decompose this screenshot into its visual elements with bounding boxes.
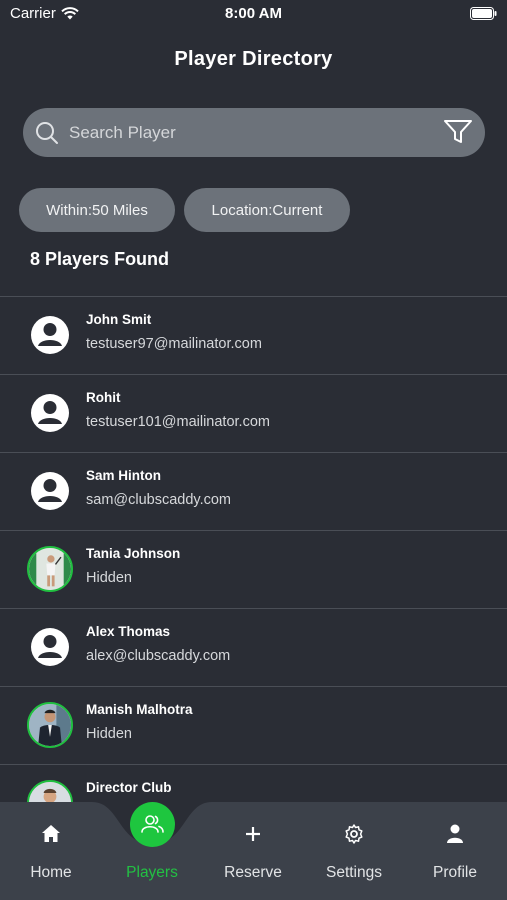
player-name: Tania Johnson — [86, 546, 181, 561]
search-icon — [36, 122, 58, 144]
player-name: John Smit — [86, 312, 152, 327]
page-title: Player Directory — [174, 48, 333, 70]
player-name: Sam Hinton — [86, 468, 162, 483]
plus-icon — [246, 827, 260, 841]
search-bar[interactable] — [23, 108, 485, 157]
filter-chip-location[interactable]: Location:Current — [184, 188, 350, 232]
player-name: Manish Malhotra — [86, 702, 193, 717]
clock: 8:00 AM — [225, 5, 282, 22]
player-email: Hidden — [86, 570, 132, 586]
tab-profile[interactable]: Profile — [405, 802, 505, 900]
tab-label: Players — [126, 864, 178, 881]
tab-label: Settings — [325, 864, 382, 881]
player-row[interactable]: Director Club — [0, 765, 507, 802]
player-email: testuser97@mailinator.com — [86, 336, 262, 352]
player-row[interactable]: Alex Thomas alex@clubscaddy.com — [0, 609, 507, 687]
tab-label: Home — [30, 864, 72, 881]
players-icon — [141, 815, 164, 833]
player-email: sam@clubscaddy.com — [86, 492, 231, 508]
battery-icon — [470, 7, 497, 20]
player-row[interactable]: Tania Johnson Hidden — [0, 531, 507, 609]
status-bar: Carrier 8:00 AM — [0, 0, 507, 28]
tab-label: Reserve — [224, 864, 282, 881]
player-row[interactable]: Rohit testuser101@mailinator.com — [0, 375, 507, 453]
default-avatar-icon — [31, 394, 69, 432]
home-icon — [42, 825, 60, 842]
player-photo-avatar — [27, 546, 73, 592]
filter-chip-distance[interactable]: Within:50 Miles — [19, 188, 175, 232]
tab-label: Profile — [433, 864, 477, 881]
tab-home[interactable]: Home — [1, 802, 101, 900]
player-photo-avatar — [27, 780, 73, 802]
player-row[interactable]: Manish Malhotra Hidden — [0, 687, 507, 765]
player-photo-avatar — [27, 702, 73, 748]
results-count: 8 Players Found — [30, 249, 170, 269]
player-list[interactable]: John Smit testuser97@mailinator.com Rohi… — [0, 296, 507, 802]
gear-icon — [345, 824, 363, 844]
player-email: alex@clubscaddy.com — [86, 648, 231, 664]
filter-icon[interactable] — [443, 119, 473, 145]
default-avatar-icon — [31, 628, 69, 666]
tab-settings[interactable]: Settings — [304, 802, 404, 900]
player-name: Director Club — [86, 780, 172, 795]
player-row[interactable]: Sam Hinton sam@clubscaddy.com — [0, 453, 507, 531]
players-tab-bubble[interactable] — [130, 802, 175, 847]
default-avatar-icon — [31, 316, 69, 354]
player-name: Alex Thomas — [86, 624, 171, 639]
default-avatar-icon — [31, 472, 69, 510]
player-email: Hidden — [86, 726, 132, 742]
person-icon — [447, 824, 463, 843]
tab-reserve[interactable]: Reserve — [203, 802, 303, 900]
tab-bar: Home Players Reserve Settings Profile — [0, 802, 507, 900]
player-name: Rohit — [86, 390, 121, 405]
player-email: testuser101@mailinator.com — [86, 414, 270, 430]
player-row[interactable]: John Smit testuser97@mailinator.com — [0, 297, 507, 375]
search-input[interactable] — [69, 108, 429, 157]
